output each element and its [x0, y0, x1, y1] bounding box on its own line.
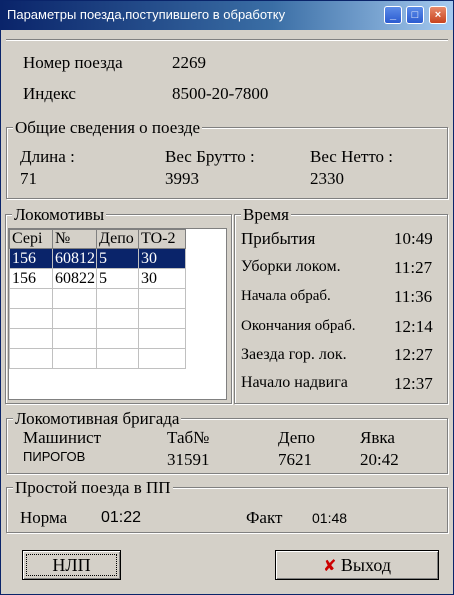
- arrival-time: 10:49: [394, 229, 433, 248]
- empty-row[interactable]: [9, 288, 186, 309]
- table-cell[interactable]: 156: [9, 248, 53, 269]
- crew-depot-label: Депо: [278, 428, 315, 447]
- train-number-value: 2269: [172, 53, 206, 72]
- gross-weight-value: 3993: [165, 169, 199, 188]
- crew-legend: Локомотивная бригада: [13, 409, 182, 429]
- report-time-label: Явка: [360, 428, 395, 447]
- driver-value: ПИРОГОВ: [23, 449, 86, 464]
- table-cell[interactable]: 60822: [52, 268, 97, 289]
- table-row[interactable]: 156 60822 5 30: [9, 268, 186, 289]
- table-cell[interactable]: 5: [96, 268, 139, 289]
- crew-depot-value: 7621: [278, 450, 312, 469]
- processing-start-time: 11:36: [394, 287, 433, 306]
- train-number-label: Номер поезда: [23, 53, 123, 72]
- driver-label: Машинист: [23, 428, 102, 447]
- column-header-depot[interactable]: Депо: [96, 229, 139, 249]
- table-cell[interactable]: 5: [96, 248, 139, 269]
- net-weight-label: Вес Нетто :: [310, 147, 394, 166]
- loco-removal-label: Уборки локом.: [241, 258, 341, 275]
- empty-row[interactable]: [9, 328, 186, 349]
- title-bar[interactable]: Параметры поезда,поступившего в обработк…: [1, 1, 453, 30]
- table-row[interactable]: 156 60812 5 30: [9, 248, 186, 269]
- idle-group: Простой поезда в ПП: [6, 478, 448, 533]
- empty-row[interactable]: [9, 308, 186, 329]
- locomotives-grid[interactable]: Сері № Депо ТО-2 156 60812 5 30 156 6082…: [8, 228, 227, 400]
- report-time-value: 20:42: [360, 450, 399, 469]
- net-weight-value: 2330: [310, 169, 344, 188]
- top-divider: [6, 39, 448, 41]
- fact-label: Факт: [246, 508, 283, 527]
- column-header-to2[interactable]: ТО-2: [138, 229, 186, 249]
- table-cell[interactable]: 30: [138, 268, 186, 289]
- length-value: 71: [20, 169, 37, 188]
- train-params-window: Параметры поезда,поступившего в обработк…: [0, 0, 454, 595]
- focus-rect: [26, 554, 117, 576]
- norm-value: 01:22: [101, 509, 142, 526]
- gross-weight-label: Вес Брутто :: [165, 147, 255, 166]
- hump-loco-arrival-time: 12:27: [394, 345, 433, 364]
- window-title: Параметры поезда,поступившего в обработк…: [7, 7, 286, 22]
- time-legend: Время: [241, 205, 291, 225]
- exit-button[interactable]: ✘ Выход: [275, 550, 439, 580]
- processing-end-time: 12:14: [394, 317, 433, 336]
- empty-row[interactable]: [9, 348, 186, 369]
- maximize-icon[interactable]: □: [406, 6, 424, 24]
- tab-number-value: 31591: [167, 450, 210, 469]
- processing-start-label: Начала обраб.: [241, 288, 331, 304]
- table-cell[interactable]: 60812: [52, 248, 97, 269]
- tab-number-label: Таб№: [167, 428, 210, 447]
- train-index-label: Индекс: [23, 84, 76, 103]
- nlp-button[interactable]: НЛП: [22, 550, 121, 580]
- minimize-icon[interactable]: _: [384, 6, 402, 24]
- column-header-number[interactable]: №: [52, 229, 97, 249]
- hump-loco-arrival-label: Заезда гор. лок.: [241, 346, 347, 363]
- idle-legend: Простой поезда в ПП: [13, 478, 173, 498]
- norm-label: Норма: [20, 508, 68, 527]
- push-start-label: Начало надвига: [241, 374, 348, 391]
- locomotives-legend: Локомотивы: [12, 205, 107, 225]
- table-cell[interactable]: 30: [138, 248, 186, 269]
- fact-value: 01:48: [312, 510, 348, 526]
- loco-removal-time: 11:27: [394, 258, 433, 277]
- close-icon[interactable]: ×: [429, 6, 447, 24]
- general-info-legend: Общие сведения о поезде: [13, 118, 203, 138]
- table-cell[interactable]: 156: [9, 268, 53, 289]
- train-index-value: 8500-20-7800: [172, 84, 269, 103]
- arrival-label: Прибытия: [241, 229, 316, 248]
- column-header-series[interactable]: Сері: [9, 229, 53, 249]
- exit-x-icon: ✘: [323, 556, 337, 575]
- exit-button-label: Выход: [340, 555, 391, 575]
- length-label: Длина :: [20, 147, 75, 166]
- processing-end-label: Окончания обраб.: [241, 318, 356, 334]
- push-start-time: 12:37: [394, 374, 433, 393]
